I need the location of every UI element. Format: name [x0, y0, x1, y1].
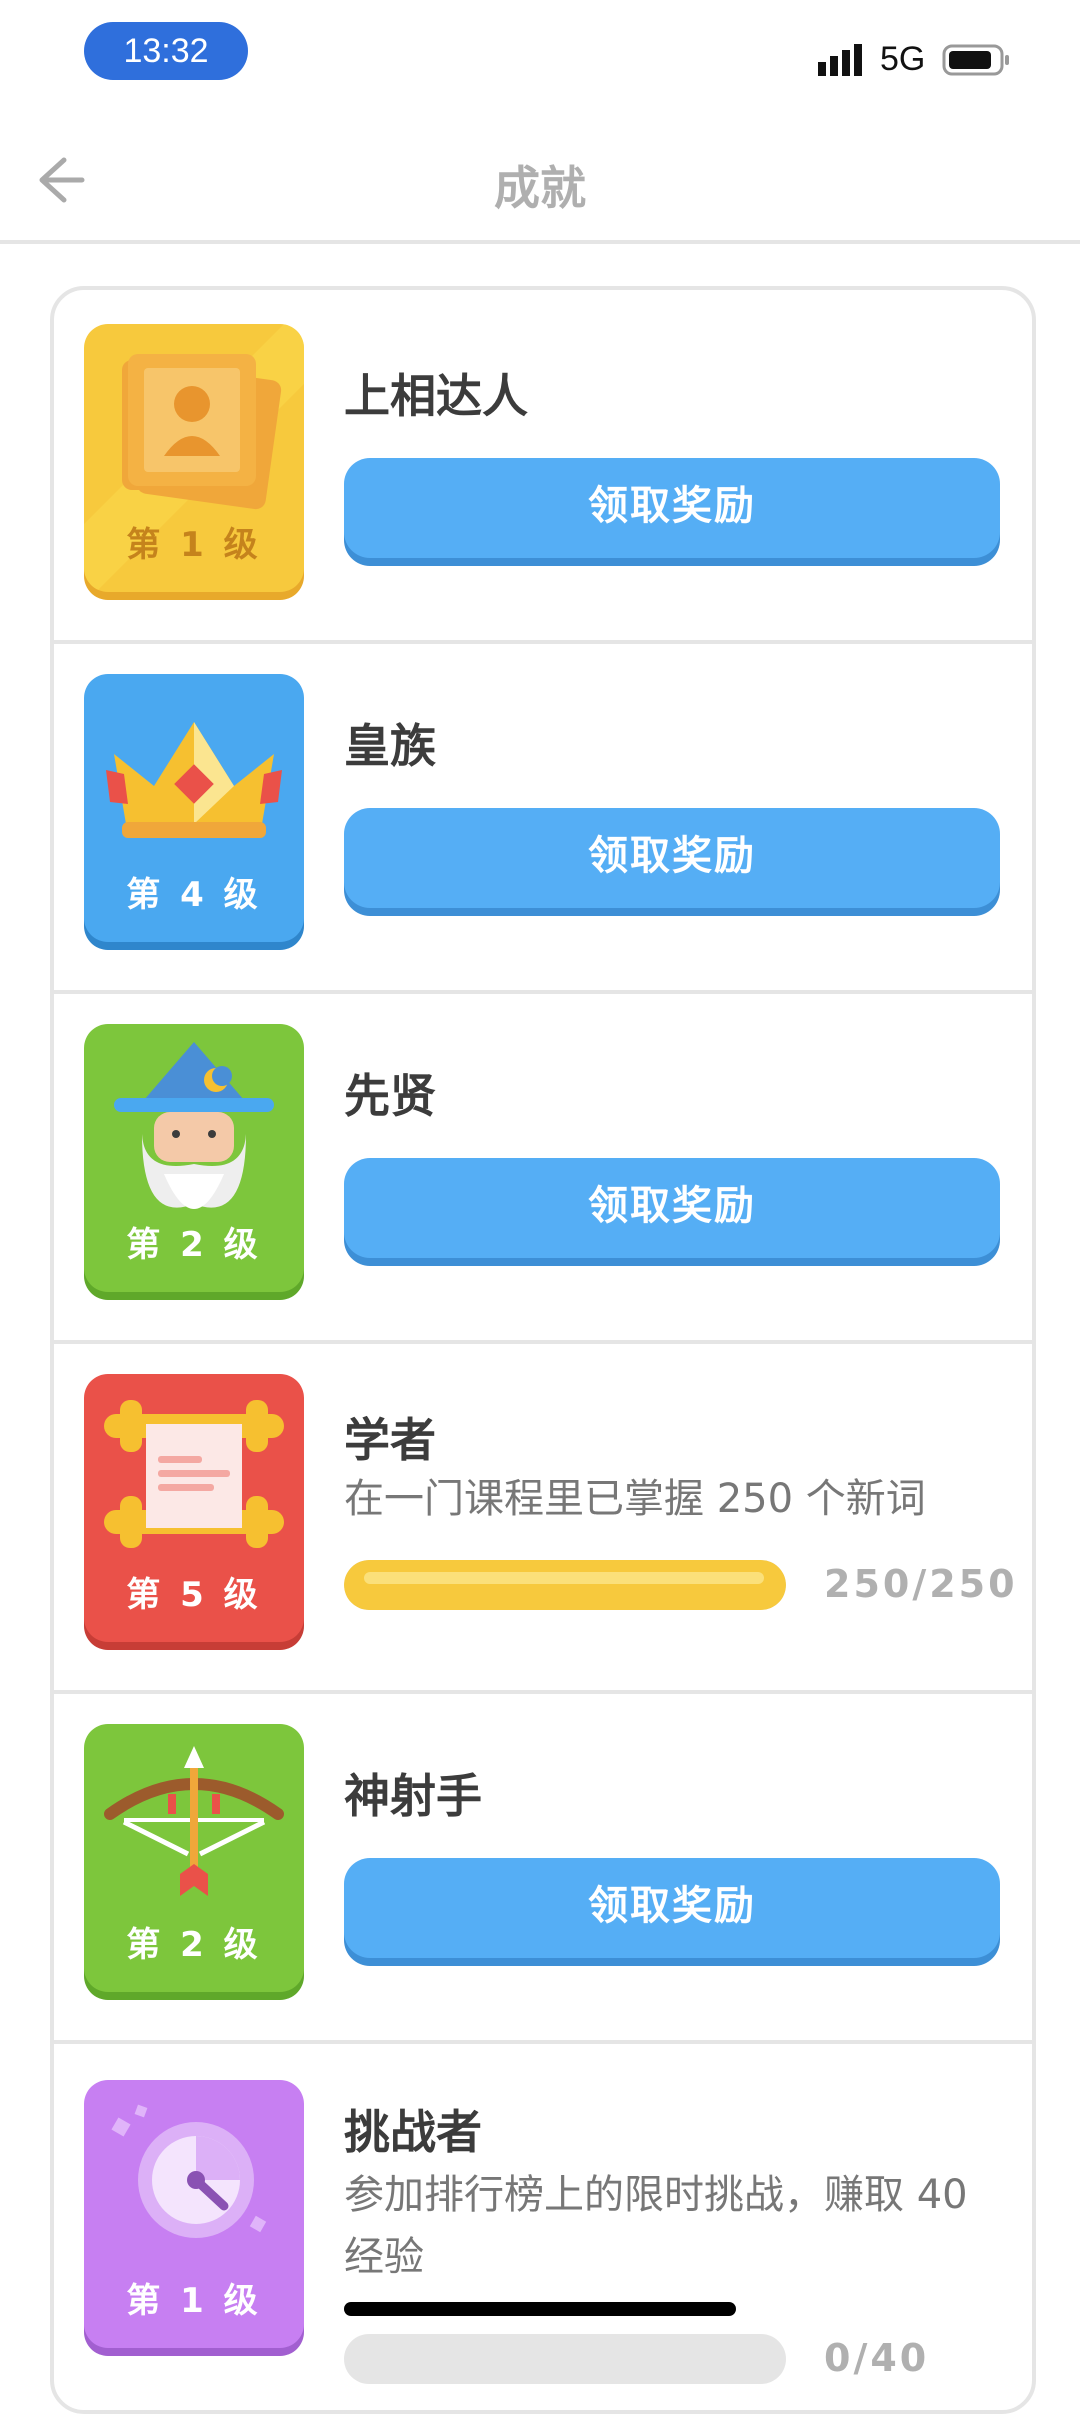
achievement-badge: 第 4 级 [84, 674, 304, 942]
status-time: 13:32 [84, 22, 248, 80]
badge-level: 第 5 级 [126, 1575, 262, 1615]
achievement-title: 皇族 [344, 719, 436, 773]
achievement-title: 上相达人 [344, 369, 528, 423]
battery-icon [942, 44, 1009, 76]
badge-level: 第 1 级 [126, 525, 262, 565]
progress-text: 250/250 [824, 1562, 1018, 1606]
badge-level: 第 1 级 [126, 2281, 262, 2321]
home-indicator [344, 2302, 736, 2316]
achievement-badge: 第 1 级 [84, 324, 304, 592]
achievement-title: 神射手 [344, 1769, 482, 1823]
network-label: 5G [880, 40, 926, 78]
achievement-row: 第 1 级 上相达人 领取奖励 [54, 290, 1032, 644]
achievement-row: 第 2 级 神射手 领取奖励 [54, 1690, 1032, 2044]
progress-shine [364, 1572, 764, 1584]
achievement-row: 第 5 级 学者 在一门课程里已掌握 250 个新词 250/250 [54, 1340, 1032, 1694]
achievement-title: 先贤 [344, 1069, 436, 1123]
progress-bar [344, 1560, 786, 1610]
progress-fill [344, 1560, 786, 1610]
achievement-badge: 第 5 级 [84, 1374, 304, 1642]
achievement-badge: 第 1 级 [84, 2080, 304, 2348]
page-title: 成就 [494, 161, 586, 215]
claim-reward-button[interactable]: 领取奖励 [344, 1158, 1000, 1258]
achievement-description: 在一门课程里已掌握 250 个新词 [344, 1476, 926, 1522]
achievements-list: 第 1 级 上相达人 领取奖励 第 4 级 皇族 领取奖励 第 2 级 先贤 领… [50, 286, 1036, 2414]
top-bar: 成就 [0, 110, 1080, 244]
claim-reward-button[interactable]: 领取奖励 [344, 458, 1000, 558]
achievement-title: 学者 [344, 1413, 436, 1467]
claim-reward-button[interactable]: 领取奖励 [344, 1858, 1000, 1958]
achievement-badge: 第 2 级 [84, 1024, 304, 1292]
achievement-description: 参加排行榜上的限时挑战，赚取 40 经验 [344, 2172, 968, 2280]
claim-reward-button[interactable]: 领取奖励 [344, 808, 1000, 908]
achievement-badge: 第 2 级 [84, 1724, 304, 1992]
status-bar: 13:32 5G [0, 0, 1080, 110]
badge-level: 第 2 级 [126, 1225, 262, 1265]
badge-level: 第 2 级 [126, 1925, 262, 1965]
badge-level: 第 4 级 [126, 875, 262, 915]
achievement-row: 第 4 级 皇族 领取奖励 [54, 640, 1032, 994]
achievement-row: 第 1 级 挑战者 参加排行榜上的限时挑战，赚取 40 经验 0/40 [54, 2040, 1032, 2410]
progress-text: 0/40 [824, 2336, 930, 2380]
achievement-title: 挑战者 [344, 2105, 482, 2159]
achievement-row: 第 2 级 先贤 领取奖励 [54, 990, 1032, 1344]
progress-bar [344, 2334, 786, 2384]
signal-icon [818, 44, 862, 76]
